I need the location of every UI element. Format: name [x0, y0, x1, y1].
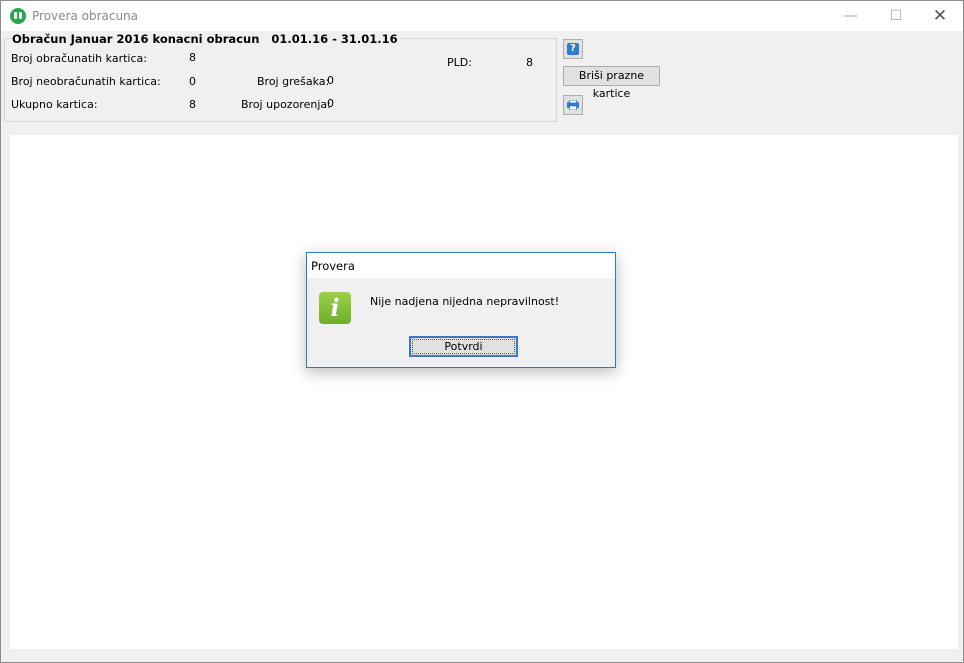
calculated-cards-value: 8 [189, 51, 196, 64]
app-icon [10, 8, 26, 24]
window-title: Provera obracuna [32, 9, 139, 23]
printer-icon [567, 100, 579, 110]
help-button[interactable]: ? [563, 39, 583, 59]
window-bottom-edge [1, 652, 963, 662]
minimize-button[interactable]: — [828, 1, 874, 31]
report-area[interactable] [10, 135, 958, 649]
total-cards-label: Ukupno kartica: [11, 98, 98, 111]
delete-empty-cards-button[interactable]: Briši prazne kartice [563, 66, 660, 100]
close-button[interactable]: ✕ [917, 1, 963, 31]
dialog-message: Nije nadjena nijedna nepravilnost! [370, 295, 560, 308]
calculated-cards-label: Broj obračunatih kartica: [11, 52, 147, 65]
confirm-button[interactable]: Potvrdi [409, 336, 518, 357]
title-bar[interactable]: Provera obracuna — ☐ ✕ [1, 1, 963, 31]
errors-label: Broj grešaka: [257, 75, 330, 88]
maximize-button[interactable]: ☐ [873, 1, 919, 31]
info-icon: i [319, 292, 351, 324]
uncalculated-cards-label: Broj neobračunatih kartica: [11, 75, 161, 88]
warnings-value: 0 [327, 97, 334, 110]
pld-label: PLD: [447, 56, 472, 69]
info-dialog: Provera i Nije nadjena nijedna nepraviln… [306, 252, 616, 368]
dialog-title: Provera [311, 259, 355, 273]
uncalculated-cards-value: 0 [189, 75, 196, 88]
errors-value: 0 [327, 74, 334, 87]
print-button[interactable] [563, 95, 583, 115]
summary-group-title: Obračun Januar 2016 konacni obracun 01.0… [12, 32, 401, 46]
pld-value: 8 [526, 56, 533, 69]
main-window: Provera obracuna — ☐ ✕ Obračun Januar 20… [0, 0, 964, 663]
dialog-title-bar[interactable]: Provera [307, 253, 615, 278]
warnings-label: Broj upozorenja: [241, 98, 331, 111]
help-icon: ? [567, 43, 579, 55]
total-cards-value: 8 [189, 98, 196, 111]
